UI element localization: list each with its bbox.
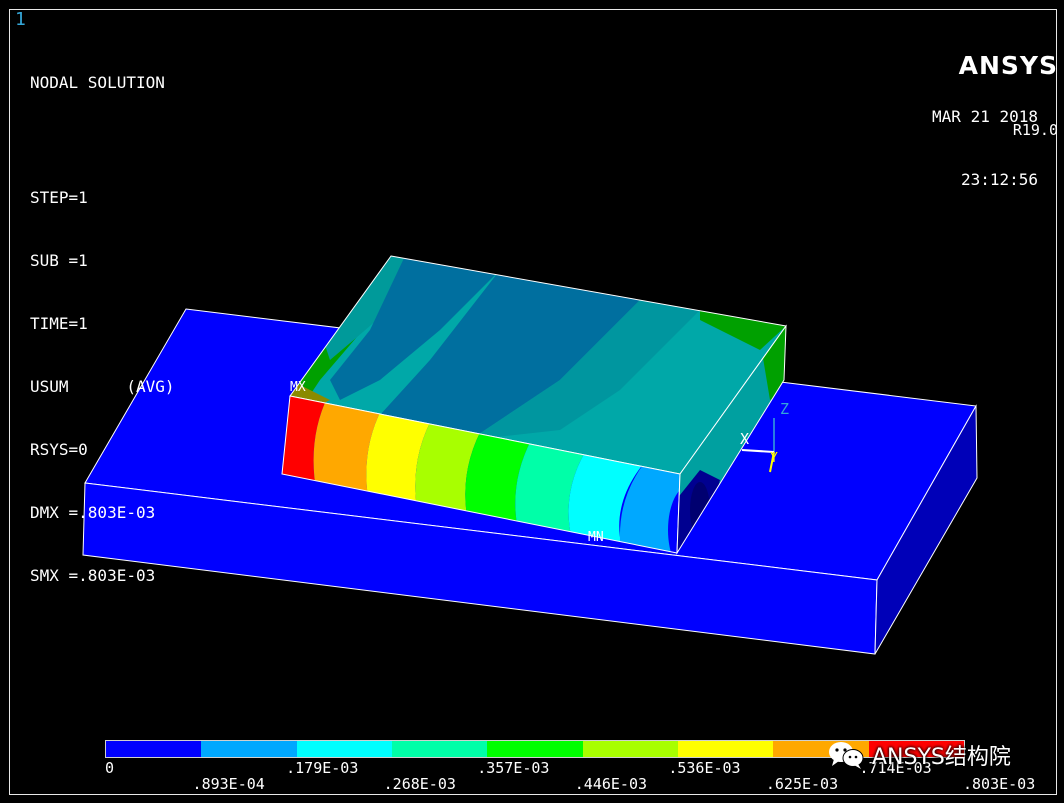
info-line-step: STEP=1 (30, 188, 88, 207)
info-line-time: TIME=1 (30, 314, 88, 333)
timestamp: MAR 21 2018 23:12:56 (932, 64, 1038, 211)
timestamp-date: MAR 21 2018 (932, 107, 1038, 126)
legend-top-label: 0 (105, 759, 115, 777)
window-number: 1 (15, 9, 26, 30)
info-line-dmx: DMX =.803E-03 (30, 503, 156, 522)
info-line-rsys: RSYS=0 (30, 440, 88, 459)
legend-bottom-label: .268E-03 (383, 775, 456, 793)
legend-top-label: .357E-03 (477, 759, 550, 777)
wechat-icon (829, 742, 864, 769)
legend-color-segment (487, 741, 583, 757)
legend-color-segment (677, 741, 774, 757)
legend-color-segment (201, 741, 297, 757)
legend-color-segment (106, 741, 202, 757)
legend-color-segment (582, 741, 678, 757)
info-line-smx: SMX =.803E-03 (30, 566, 156, 585)
legend-bottom-label: .625E-03 (765, 775, 839, 793)
legend-bottom-label: .446E-03 (574, 775, 648, 793)
legend-top-label: .536E-03 (668, 759, 741, 777)
legend-color-segment (391, 741, 488, 757)
legend-top-label: .179E-03 (286, 759, 359, 777)
info-line-title: NODAL SOLUTION (30, 73, 165, 92)
legend-color-segment (296, 741, 392, 757)
solution-info-block: NODAL SOLUTION STEP=1 SUB =1 TIME=1 USUM… (30, 30, 175, 607)
legend-bottom-label: .893E-04 (192, 775, 265, 793)
info-line-result: USUM (AVG) (30, 377, 175, 396)
watermark-text: ANSYS结构院 (872, 745, 1011, 770)
legend-bottom-label: .803E-03 (963, 775, 1036, 793)
watermark: ANSYS结构院 (826, 739, 1011, 771)
timestamp-time: 23:12:56 (960, 170, 1038, 189)
info-line-sub: SUB =1 (30, 251, 88, 270)
